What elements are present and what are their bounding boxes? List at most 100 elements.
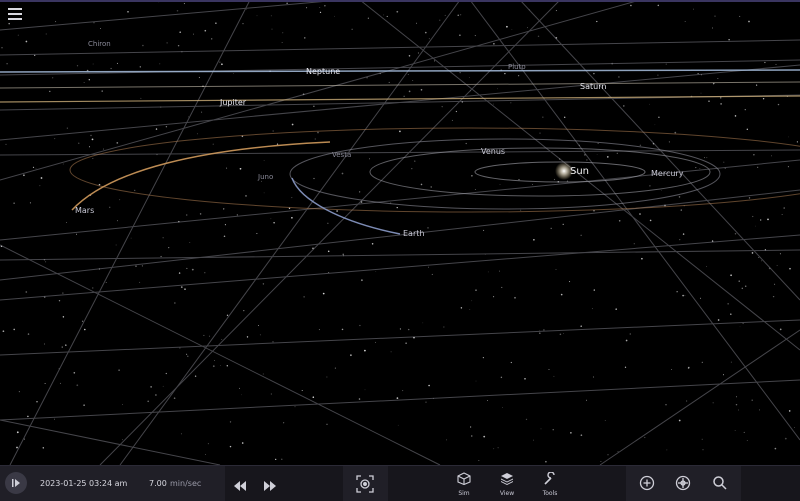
star — [411, 168, 413, 170]
star — [446, 439, 448, 441]
star — [368, 158, 370, 160]
star — [223, 208, 225, 210]
label-pluto[interactable]: Pluto — [508, 63, 526, 71]
search-button[interactable] — [712, 475, 728, 495]
star — [499, 270, 500, 272]
star — [208, 335, 210, 337]
star — [186, 353, 188, 355]
tools-tool-button[interactable]: Tools — [535, 470, 565, 497]
star — [408, 90, 411, 93]
star — [539, 132, 541, 134]
star — [649, 219, 652, 222]
label-earth[interactable]: Earth — [403, 229, 424, 238]
star — [13, 328, 16, 331]
sim-datetime[interactable]: 2023-01-25 03:24 am — [40, 479, 127, 488]
star — [676, 291, 678, 293]
star — [364, 389, 366, 391]
star — [728, 39, 730, 41]
star — [49, 90, 51, 93]
star — [720, 103, 722, 105]
star — [641, 257, 643, 260]
star — [313, 177, 315, 180]
label-jupiter[interactable]: Jupiter — [220, 98, 246, 107]
star — [5, 143, 7, 145]
star — [27, 415, 29, 418]
star — [661, 190, 662, 191]
star — [586, 399, 588, 401]
star — [459, 34, 461, 37]
sim-label: Sim — [458, 490, 470, 497]
star — [119, 199, 121, 201]
star — [451, 119, 453, 121]
fast-forward-button[interactable] — [263, 477, 277, 496]
star — [270, 218, 272, 220]
star — [543, 329, 545, 331]
label-mercury[interactable]: Mercury — [651, 169, 683, 178]
bottom-toolbar: 2023-01-25 03:24 am 7.00 min/sec Sim Vie… — [0, 465, 800, 501]
star — [563, 333, 565, 334]
label-sun[interactable]: Sun — [570, 166, 589, 177]
star — [211, 38, 213, 40]
star — [135, 265, 137, 267]
label-chiron[interactable]: Chiron — [88, 40, 111, 48]
star — [459, 14, 462, 16]
star — [475, 289, 477, 291]
star — [657, 4, 660, 7]
label-mars[interactable]: Mars — [75, 206, 94, 215]
star — [304, 37, 306, 39]
star — [674, 131, 677, 134]
star — [487, 271, 489, 273]
label-venus[interactable]: Venus — [481, 147, 505, 156]
label-juno[interactable]: Juno — [258, 173, 273, 181]
star — [291, 123, 294, 126]
star — [788, 410, 791, 412]
star — [275, 458, 277, 461]
star — [796, 141, 799, 143]
star — [758, 257, 760, 258]
star — [471, 175, 473, 177]
star — [73, 372, 76, 374]
star — [239, 387, 241, 389]
rewind-button[interactable] — [233, 477, 247, 496]
star — [760, 219, 762, 221]
label-saturn[interactable]: Saturn — [580, 82, 606, 91]
star — [771, 155, 773, 157]
label-neptune[interactable]: Neptune — [306, 67, 340, 76]
star — [415, 22, 417, 24]
star — [734, 115, 737, 117]
star-field[interactable] — [0, 0, 800, 500]
star — [720, 97, 722, 99]
star — [684, 20, 686, 23]
star — [682, 294, 684, 297]
time-rate-value[interactable]: 7.00 — [149, 479, 167, 488]
star — [155, 128, 158, 130]
star — [550, 227, 552, 230]
star — [465, 142, 467, 145]
sim-tool-button[interactable]: Sim — [449, 470, 479, 497]
focus-target-button[interactable] — [356, 475, 374, 497]
time-rate-unit[interactable]: min/sec — [170, 479, 201, 488]
star — [204, 272, 206, 274]
star — [118, 369, 120, 371]
star — [256, 15, 258, 17]
star — [434, 60, 436, 62]
label-vesta[interactable]: Vesta — [332, 151, 351, 159]
hamburger-menu-icon[interactable] — [8, 8, 22, 20]
star — [738, 280, 740, 282]
play-button[interactable] — [5, 472, 27, 494]
star — [318, 329, 320, 331]
reset-view-button[interactable] — [675, 475, 691, 495]
star — [76, 233, 77, 235]
star — [604, 420, 606, 421]
star — [510, 102, 512, 104]
view-tool-button[interactable]: View — [492, 470, 522, 497]
star — [784, 437, 787, 440]
star — [341, 172, 344, 175]
star — [263, 192, 265, 194]
zoom-in-button[interactable] — [639, 475, 655, 495]
star — [420, 88, 423, 91]
star — [53, 418, 55, 420]
star — [83, 404, 85, 406]
star — [303, 296, 305, 298]
star — [639, 213, 641, 215]
